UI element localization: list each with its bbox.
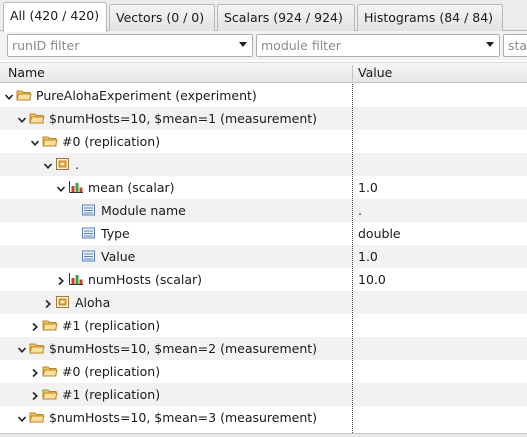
chevron-right-icon[interactable] — [30, 366, 40, 378]
field-icon — [81, 249, 97, 263]
tree-row-value: . — [358, 203, 362, 218]
chevron-down-icon[interactable] — [30, 136, 40, 146]
chevron-right-icon[interactable] — [56, 274, 66, 286]
column-header-name[interactable]: Name — [8, 65, 45, 80]
field-icon — [81, 203, 97, 217]
tree-row-value: 10.0 — [358, 272, 386, 287]
tree-row-label: mean (scalar) — [88, 180, 175, 195]
chevron-right-icon[interactable] — [30, 320, 40, 332]
folder-icon — [42, 318, 58, 332]
tree-row[interactable]: $numHosts=10, $mean=2 (measurement) — [0, 337, 527, 360]
module-icon — [55, 295, 71, 309]
tree-row[interactable]: Module name. — [0, 199, 527, 222]
folder-icon — [16, 88, 32, 102]
chevron-down-icon[interactable] — [239, 42, 247, 47]
tree-row-label: . — [75, 157, 79, 172]
bottom-border — [0, 433, 527, 437]
tree-row-label: #0 (replication) — [62, 364, 161, 379]
module-filter-placeholder: module filter — [261, 38, 341, 53]
tree-row-label: #1 (replication) — [62, 387, 161, 402]
tree-row-value: 1.0 — [358, 249, 378, 264]
tree-row[interactable]: . — [0, 153, 527, 176]
tree-row-label: $numHosts=10, $mean=2 (measurement) — [49, 341, 318, 356]
tree-row-value: 1.0 — [358, 180, 378, 195]
field-icon — [81, 226, 97, 240]
tree-row[interactable]: $numHosts=10, $mean=3 (measurement) — [0, 406, 527, 429]
scalar-icon — [68, 180, 84, 194]
chevron-down-icon[interactable] — [486, 42, 494, 47]
chevron-down-icon[interactable] — [17, 412, 27, 422]
tree-row[interactable]: Aloha — [0, 291, 527, 314]
column-header-value[interactable]: Value — [358, 65, 392, 80]
tree-row-label: Module name — [101, 203, 186, 218]
stat-filter-placeholder: stat — [508, 38, 527, 53]
column-separator[interactable] — [352, 65, 353, 81]
chevron-right-icon[interactable] — [43, 297, 53, 309]
tree-row[interactable]: Value 1.0 — [0, 245, 527, 268]
chevron-down-icon[interactable] — [43, 159, 53, 169]
tree-row-label: $numHosts=10, $mean=1 (measurement) — [49, 111, 318, 126]
module-icon — [55, 157, 71, 171]
folder-icon — [29, 410, 45, 424]
tree-row[interactable]: mean (scalar) 1.0 — [0, 176, 527, 199]
chevron-down-icon[interactable] — [56, 182, 66, 192]
results-tree[interactable]: PureAlohaExperiment (experiment) $numHost… — [0, 84, 527, 433]
column-divider — [352, 84, 353, 433]
chevron-down-icon[interactable] — [17, 113, 27, 123]
tree-row[interactable]: #1 (replication) — [0, 314, 527, 337]
tree-row-value: double — [358, 226, 401, 241]
filter-bar: runID filter module filter stat — [0, 31, 527, 60]
folder-icon — [29, 341, 45, 355]
tree-row-label: Value — [101, 249, 136, 264]
folder-icon — [29, 111, 45, 125]
tab-vectors[interactable]: Vectors (0 / 0) — [109, 4, 215, 31]
chevron-down-icon[interactable] — [17, 343, 27, 353]
tree-row-label: #0 (replication) — [62, 134, 161, 149]
tab-all[interactable]: All (420 / 420) — [3, 2, 107, 32]
tree-row-label: $numHosts=10, $mean=3 (measurement) — [49, 410, 318, 425]
tree-row[interactable]: $numHosts=10, $mean=1 (measurement) — [0, 107, 527, 130]
tree-row[interactable]: #0 (replication) — [0, 130, 527, 153]
tree-row-label: PureAlohaExperiment (experiment) — [36, 88, 257, 103]
folder-icon — [42, 364, 58, 378]
tree-row-label: numHosts (scalar) — [88, 272, 203, 287]
scalar-icon — [68, 272, 84, 286]
tree-row-label: Aloha — [75, 295, 111, 310]
chevron-right-icon[interactable] — [30, 389, 40, 401]
stat-filter[interactable]: stat — [503, 34, 527, 57]
tree-row[interactable]: numHosts (scalar) 10.0 — [0, 268, 527, 291]
tree-row-label: #1 (replication) — [62, 318, 161, 333]
tab-scalars[interactable]: Scalars (924 / 924) — [217, 4, 355, 31]
tab-histograms[interactable]: Histograms (84 / 84) — [357, 4, 503, 31]
chevron-down-icon[interactable] — [4, 90, 14, 100]
module-filter[interactable]: module filter — [256, 34, 500, 57]
column-header: Name Value — [0, 62, 527, 83]
tab-bar: All (420 / 420) Vectors (0 / 0) Scalars … — [0, 0, 527, 32]
folder-icon — [42, 387, 58, 401]
tree-row[interactable]: #0 (replication) — [0, 360, 527, 383]
tree-row[interactable]: Type double — [0, 222, 527, 245]
tree-row[interactable]: #1 (replication) — [0, 383, 527, 406]
folder-icon — [42, 134, 58, 148]
run-id-filter-placeholder: runID filter — [12, 38, 80, 53]
tree-row[interactable]: PureAlohaExperiment (experiment) — [0, 84, 527, 107]
run-id-filter[interactable]: runID filter — [7, 34, 253, 57]
tree-row-label: Type — [101, 226, 130, 241]
